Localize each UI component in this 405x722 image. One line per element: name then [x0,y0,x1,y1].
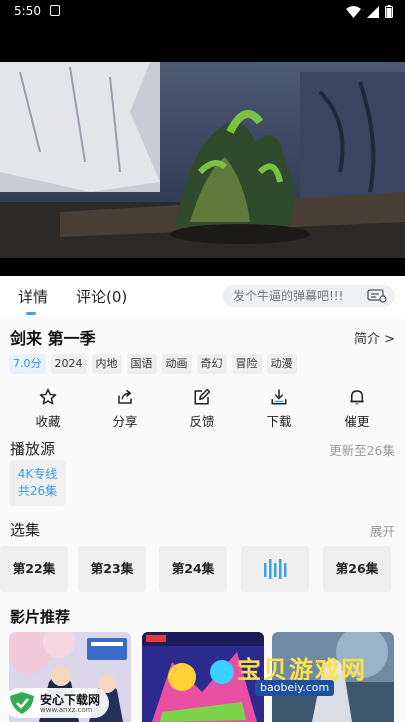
wifi-icon [346,5,361,18]
tab-details[interactable]: 详情 [18,286,48,307]
episode-button[interactable]: 第23集 [78,546,146,592]
intro-link[interactable]: 简介 > [354,328,395,347]
favorite-label: 收藏 [35,414,61,429]
signal-icon [367,5,379,18]
video-player[interactable] [0,24,405,276]
feedback-button[interactable]: 反馈 [172,388,232,430]
expand-link[interactable]: 展开 [370,521,395,540]
episode-list: 第22集 第23集 第24集 第26集 [0,546,405,592]
notification-icon [50,5,60,16]
feedback-label: 反馈 [189,414,215,429]
tag-region: 内地 [91,354,122,374]
tag-language: 国语 [126,354,157,374]
update-status: 更新至26集 [329,443,395,458]
share-button[interactable]: 分享 [95,388,155,430]
show-title: 剑来 第一季 [10,329,96,348]
share-icon [118,389,132,404]
status-bar: 5:50 [0,0,405,24]
share-label: 分享 [112,414,138,429]
favorite-button[interactable]: 收藏 [18,388,78,430]
playing-bars-icon [264,559,287,579]
download-label: 下载 [266,414,292,429]
download-icon [271,389,287,405]
episodes-heading: 选集 [10,521,41,539]
score-tag: 7.0分 [9,354,46,374]
action-bar: 收藏 分享 反馈 下载 催更 [0,388,405,430]
watermark-logo-right: 宝贝游戏网 baobeiy.com [225,650,385,700]
tag-genre: 冒险 [231,354,262,374]
source-heading: 播放源 [10,440,56,458]
download-button[interactable]: 下载 [249,388,309,430]
danmaku-settings-icon[interactable] [367,289,387,303]
star-icon [39,388,57,405]
tag-genre: 动漫 [266,354,297,374]
remind-button[interactable]: 催更 [327,388,387,430]
episode-button-playing[interactable] [241,546,309,592]
danmaku-input[interactable] [233,285,363,307]
tag-year: 2024 [50,354,87,374]
watermark-logo-left: 安心下载网 www.anxz.com [4,688,109,718]
status-icons [346,5,393,18]
status-time: 5:50 [14,4,41,18]
shield-logo-icon [10,692,34,714]
battery-icon [385,5,393,18]
episode-button[interactable]: 第24集 [159,546,227,592]
source-card-4k[interactable]: 4K专线 共26集 [9,460,66,506]
tag-genre: 奇幻 [196,354,227,374]
source-name: 4K专线 [17,467,58,481]
recommend-heading: 影片推荐 [10,608,71,626]
tab-comments[interactable]: 评论(0) [76,286,127,307]
tag-list: 7.0分 2024 内地 国语 动画 奇幻 冒险 动漫 [9,354,297,374]
episode-button[interactable]: 第22集 [0,546,68,592]
watermark-left-url: www.anxz.com [40,706,93,714]
video-frame [0,62,405,258]
source-count: 共26集 [17,484,58,498]
edit-icon [194,388,211,405]
danmaku-bar [222,285,395,307]
tab-indicator [26,312,36,315]
bell-icon [350,390,364,405]
remind-label: 催更 [344,414,370,429]
episode-button[interactable]: 第26集 [323,546,391,592]
tag-genre: 动画 [161,354,192,374]
watermark-right-url: baobeiy.com [255,680,335,696]
